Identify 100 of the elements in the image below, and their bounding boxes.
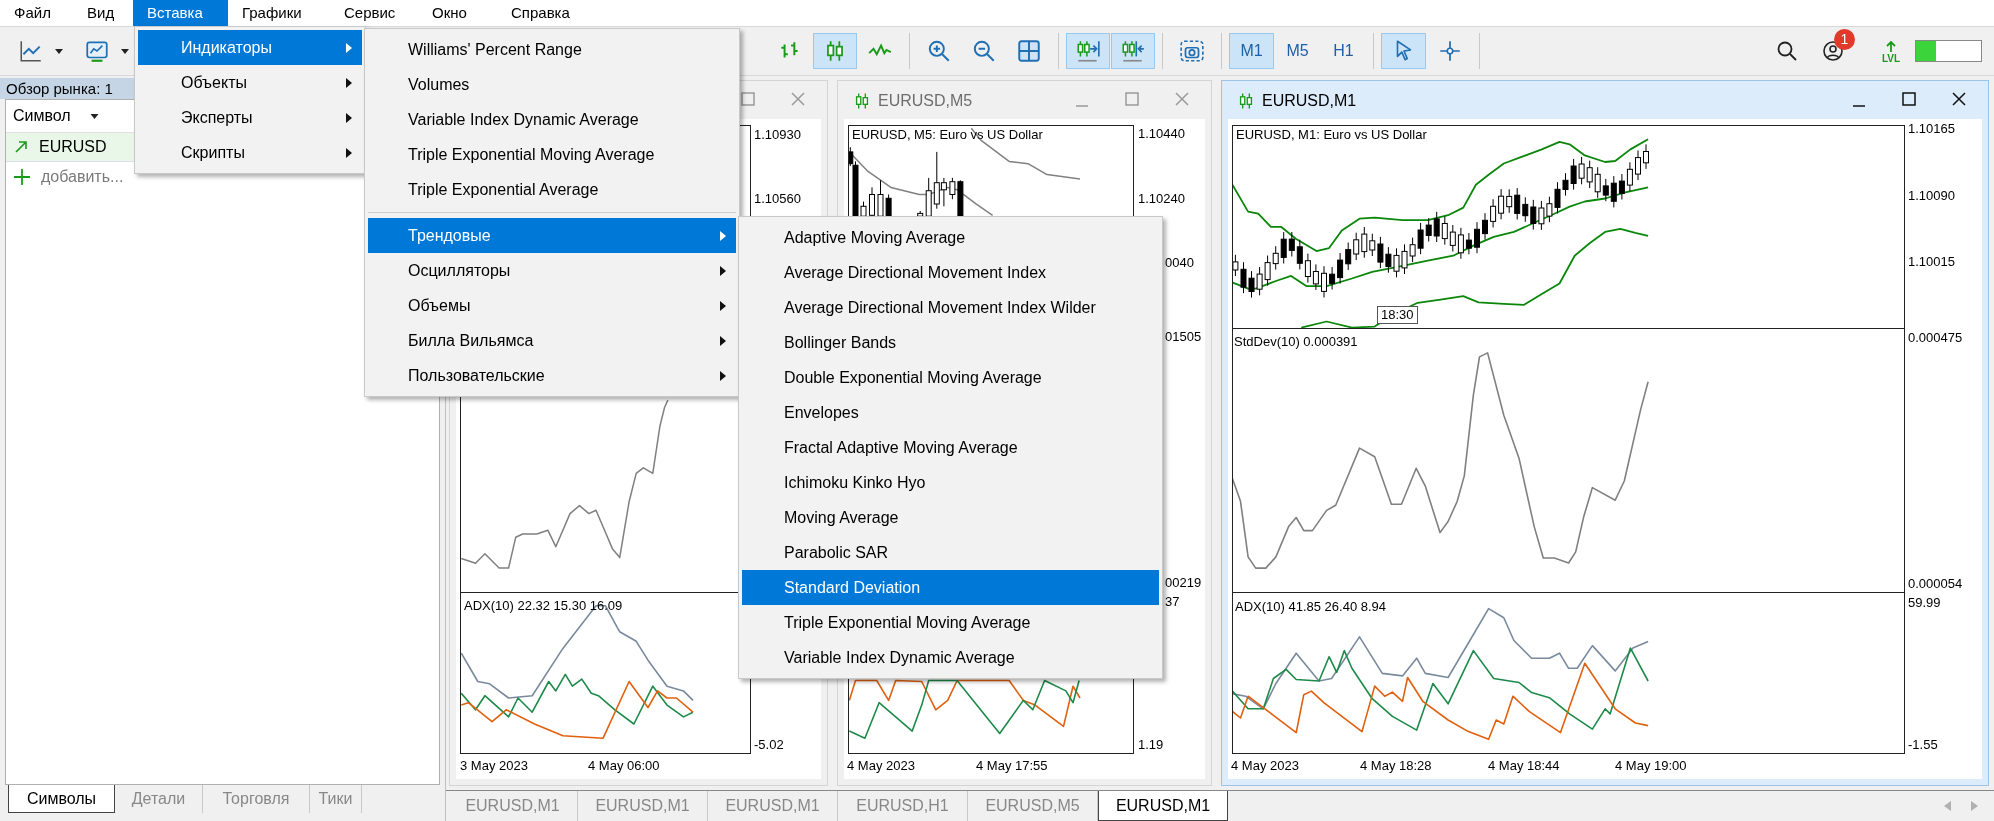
- scroll-left-icon[interactable]: [1944, 801, 1951, 811]
- column-header[interactable]: Символ: [13, 104, 71, 128]
- timeframe-button[interactable]: H1: [1321, 33, 1366, 69]
- menu-item[interactable]: Moving Average: [742, 500, 1159, 535]
- axis-label: 59.99: [1908, 595, 1941, 611]
- menu-item[interactable]: Parabolic SAR: [742, 535, 1159, 570]
- close-icon: [790, 91, 806, 107]
- menu-item[interactable]: Ichimoku Kinko Hyo: [742, 465, 1159, 500]
- axis-label: 1.10015: [1908, 254, 1955, 270]
- menu-item[interactable]: Envelopes: [742, 395, 1159, 430]
- axis-label: -1.55: [1908, 737, 1938, 753]
- menu-item[interactable]: Индикаторы: [138, 30, 362, 65]
- caret-icon[interactable]: [54, 47, 64, 55]
- menu-item[interactable]: Билла Вильямса: [368, 323, 736, 358]
- menu-item[interactable]: Double Exponential Moving Average: [742, 360, 1159, 395]
- toolbar-button[interactable]: [813, 33, 857, 69]
- menu-item[interactable]: Triple Exponential Average: [368, 172, 736, 207]
- axis-label: -5.02: [754, 737, 784, 753]
- menu-item[interactable]: Справка: [497, 0, 590, 26]
- menu-item[interactable]: Triple Exponential Moving Average: [368, 137, 736, 172]
- menu-item[interactable]: Variable Index Dynamic Average: [368, 102, 736, 137]
- time-label: 4 May 17:55: [976, 758, 1048, 774]
- toolbar-button[interactable]: [1111, 33, 1155, 69]
- up-arrow-icon: [1884, 38, 1898, 53]
- line-chart-icon: [18, 38, 44, 64]
- chart-legend: ADX(10) 41.85 26.40 8.94: [1235, 599, 1387, 615]
- menu-item[interactable]: Трендовые: [368, 218, 736, 253]
- chart-tab[interactable]: EURUSD,M1: [1098, 791, 1228, 821]
- timeframe-button[interactable]: M5: [1275, 33, 1320, 69]
- candlestick: [1474, 221, 1480, 254]
- axis-label: 1.10240: [1138, 191, 1185, 207]
- chart-window-icon: [84, 38, 110, 64]
- toolbar-button[interactable]: [1381, 33, 1426, 69]
- candlestick: [1643, 143, 1649, 170]
- caret-icon[interactable]: [88, 112, 100, 120]
- time-label: 4 May 18:28: [1360, 758, 1432, 774]
- autoscroll-icon: [1075, 38, 1101, 64]
- zoom-out-icon: [971, 38, 997, 64]
- chart-legend: ADX(10) 22.32 15.30 16.09: [464, 598, 623, 614]
- zoom-in-icon: [926, 38, 952, 64]
- axis-label: 0040: [1165, 255, 1194, 271]
- menu-item[interactable]: Графики: [228, 0, 330, 26]
- menu-item[interactable]: Окно: [418, 0, 497, 26]
- menu-item[interactable]: Скрипты: [138, 135, 362, 170]
- candlestick: [1321, 265, 1327, 298]
- menu-item[interactable]: Standard Deviation: [742, 570, 1159, 605]
- menu-item[interactable]: Вид: [73, 0, 133, 26]
- axis-label: 0.000054: [1908, 576, 1963, 592]
- time-label: 4 May 19:00: [1615, 758, 1687, 774]
- axis-label: 1.10165: [1908, 121, 1955, 137]
- menu-item[interactable]: Average Directional Movement Index: [742, 255, 1159, 290]
- axis-label: 1.19: [1138, 737, 1164, 753]
- minimize-icon: [1853, 105, 1865, 107]
- panel-tab[interactable]: Символы: [8, 785, 115, 813]
- menu-item[interactable]: Файл: [0, 0, 73, 26]
- time-label: 4 May 18:44: [1488, 758, 1560, 774]
- axis-label: 00219: [1165, 575, 1202, 591]
- candlestick: [1482, 212, 1488, 241]
- caret-icon[interactable]: [120, 47, 130, 55]
- axis-label: 0.000475: [1908, 330, 1963, 346]
- time-label: 4 May 2023: [1231, 758, 1299, 774]
- menu-item[interactable]: Вставка: [133, 0, 228, 26]
- menu-item[interactable]: Fractal Adaptive Moving Average: [742, 430, 1159, 465]
- menu-item[interactable]: Объемы: [368, 288, 736, 323]
- time-label: 4 May 2023: [847, 758, 915, 774]
- menu-item[interactable]: Adaptive Moving Average: [742, 220, 1159, 255]
- symbol-name: EURUSD: [39, 137, 107, 157]
- menu-item[interactable]: Осцилляторы: [368, 253, 736, 288]
- up-arrow-icon: [14, 140, 28, 154]
- menu-item[interactable]: Triple Exponential Moving Average: [742, 605, 1159, 640]
- scroll-right-icon[interactable]: [1971, 801, 1978, 811]
- menu-item[interactable]: Эксперты: [138, 100, 362, 135]
- menu-item[interactable]: Variable Index Dynamic Average: [742, 640, 1159, 675]
- window-title: EURUSD,M5: [878, 91, 973, 111]
- menu-item[interactable]: Williams' Percent Range: [368, 32, 736, 67]
- chart-legend: EURUSD, M1: Euro vs US Dollar: [1236, 127, 1427, 143]
- time-marker: 18:30: [1377, 306, 1418, 324]
- close-icon: [1174, 91, 1190, 107]
- menu-item[interactable]: Average Directional Movement Index Wilder: [742, 290, 1159, 325]
- close-icon: [1951, 91, 1967, 107]
- candlestick: [1635, 150, 1641, 181]
- maximize-icon: [740, 91, 756, 107]
- menu-item[interactable]: Сервис: [330, 0, 418, 26]
- chart-legend: StdDev(10) 0.000391: [1234, 334, 1358, 350]
- maximize-icon: [1901, 91, 1917, 107]
- grid-icon: [1016, 38, 1042, 64]
- menu-item[interactable]: Bollinger Bands: [742, 325, 1159, 360]
- time-label: 3 May 2023: [460, 758, 528, 774]
- chart-legend: EURUSD, M5: Euro vs US Dollar: [852, 127, 1043, 143]
- add-symbol-link[interactable]: добавить...: [41, 165, 124, 189]
- toolbar-button[interactable]: [1066, 33, 1110, 69]
- plus-icon[interactable]: [13, 168, 31, 186]
- time-label: 4 May 06:00: [588, 758, 660, 774]
- timeframe-button[interactable]: M1: [1229, 33, 1274, 69]
- maximize-icon: [1124, 91, 1140, 107]
- level-meter: [1915, 40, 1982, 62]
- chart-shift-icon: [1120, 38, 1146, 64]
- menu-item[interactable]: Пользовательские: [368, 358, 736, 393]
- axis-label: 1.10560: [754, 191, 801, 207]
- candlestick: [869, 186, 875, 217]
